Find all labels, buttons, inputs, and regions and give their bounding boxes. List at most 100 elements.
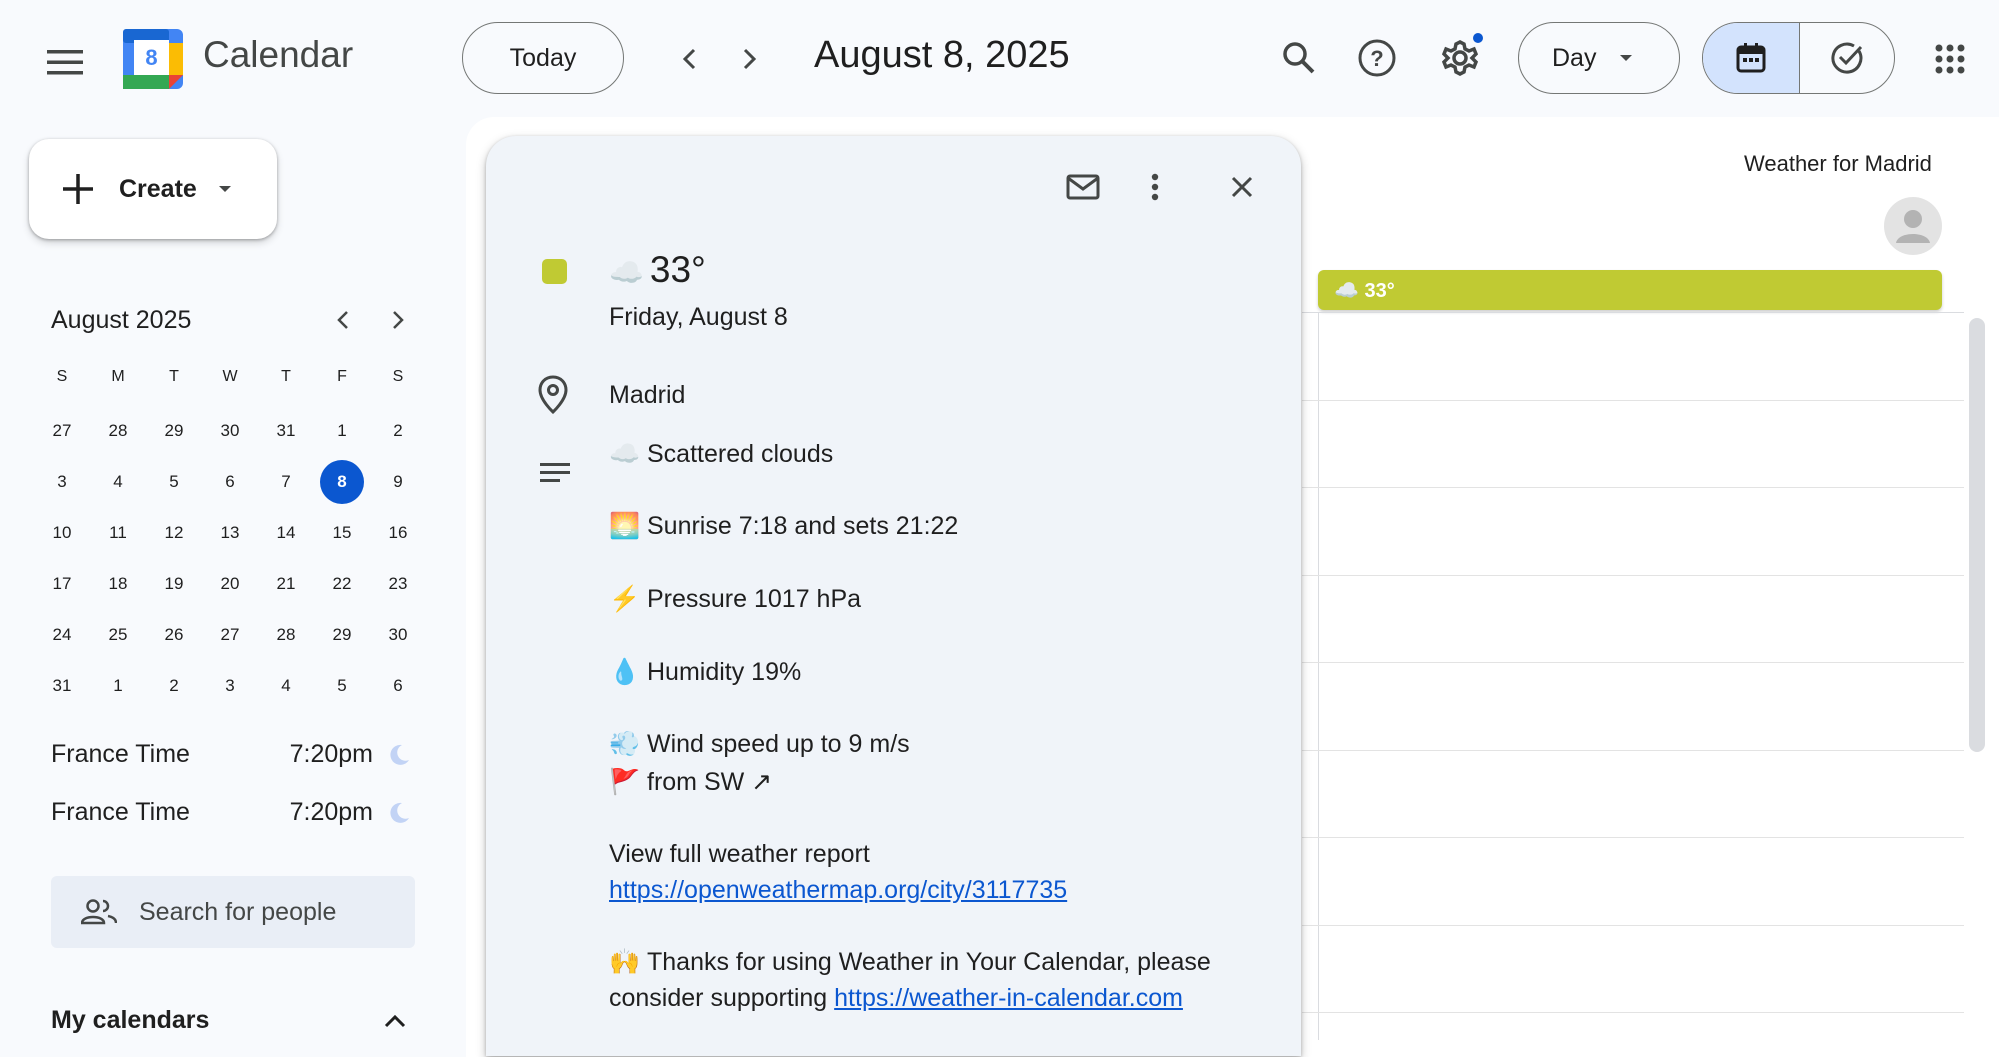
weekday-label: T xyxy=(281,368,291,385)
mini-calendar-day-number: 23 xyxy=(388,573,408,593)
hour-line xyxy=(1302,575,1964,576)
mini-calendar-day[interactable]: 13 xyxy=(202,511,258,555)
apps-grid-icon xyxy=(1935,44,1965,74)
mini-calendar-selected-day[interactable]: 8 xyxy=(314,459,370,504)
mini-calendar-day[interactable]: 10 xyxy=(34,511,90,555)
mini-calendar-day[interactable]: 2 xyxy=(370,409,426,453)
mini-calendar-day[interactable]: 30 xyxy=(370,613,426,657)
allday-weather-event[interactable]: ☁️ 33° xyxy=(1318,270,1942,310)
mini-calendar-day[interactable]: 9 xyxy=(370,460,426,504)
weather-report-link[interactable]: https://openweathermap.org/city/3117735 xyxy=(609,876,1067,904)
mini-calendar-day[interactable]: 31 xyxy=(34,664,90,708)
mini-calendar-day[interactable]: 23 xyxy=(370,562,426,606)
droplet-emoji-icon: 💧 xyxy=(609,658,641,686)
mini-calendar-day[interactable]: 14 xyxy=(258,511,314,555)
mini-calendar-day[interactable]: 2 xyxy=(146,664,202,708)
mini-calendar-day[interactable]: 15 xyxy=(314,511,370,555)
mini-calendar-day-number: 17 xyxy=(52,573,72,593)
scrollbar[interactable] xyxy=(1969,318,1985,752)
create-button[interactable]: Create xyxy=(29,139,277,239)
help-button[interactable]: ? xyxy=(1352,33,1402,83)
mini-calendar-day[interactable]: 11 xyxy=(90,511,146,555)
mini-calendar-day[interactable]: 12 xyxy=(146,511,202,555)
mini-calendar-day-number: 3 xyxy=(57,471,67,491)
mini-calendar-day[interactable]: 4 xyxy=(90,460,146,504)
mini-calendar-day-number: 12 xyxy=(164,522,184,542)
chevron-left-icon xyxy=(682,48,696,70)
mini-calendar-day[interactable]: 16 xyxy=(370,511,426,555)
mini-calendar-day[interactable]: 28 xyxy=(90,409,146,453)
mini-calendar-day[interactable]: 29 xyxy=(314,613,370,657)
direction-text: from SW ↗ xyxy=(647,768,773,796)
main-menu-button[interactable] xyxy=(36,33,94,91)
mini-calendar-day[interactable]: 30 xyxy=(202,409,258,453)
mini-calendar-next-button[interactable] xyxy=(378,300,418,340)
mini-calendar-day[interactable]: 27 xyxy=(34,409,90,453)
mini-calendar-day[interactable]: 1 xyxy=(90,664,146,708)
logo-day-number: 8 xyxy=(145,44,158,70)
mini-calendar-day[interactable]: 21 xyxy=(258,562,314,606)
tasks-view-button[interactable] xyxy=(1800,23,1894,93)
mini-calendar-day[interactable]: 29 xyxy=(146,409,202,453)
previous-day-button[interactable] xyxy=(666,35,714,83)
more-options-button[interactable] xyxy=(1130,162,1180,212)
apps-button[interactable] xyxy=(1924,33,1976,85)
mini-calendar-day[interactable]: 1 xyxy=(314,409,370,453)
mini-calendar-day[interactable]: 18 xyxy=(90,562,146,606)
mini-calendar-day[interactable]: 3 xyxy=(34,460,90,504)
calendar-logo[interactable]: 8 xyxy=(123,29,183,89)
mini-calendar-day[interactable]: 5 xyxy=(146,460,202,504)
calendar-view-toggle xyxy=(1702,22,1895,94)
support-link[interactable]: https://weather-in-calendar.com xyxy=(834,984,1183,1012)
search-people-input[interactable]: Search for people xyxy=(51,876,415,948)
mini-calendar-day[interactable]: 3 xyxy=(202,664,258,708)
search-button[interactable] xyxy=(1274,33,1324,83)
view-select-button[interactable]: Day xyxy=(1518,22,1680,94)
humidity-text: Humidity 19% xyxy=(647,658,802,686)
mini-calendar-day[interactable]: 6 xyxy=(202,460,258,504)
description-wind: 💨 Wind speed up to 9 m/s xyxy=(609,730,910,759)
today-button[interactable]: Today xyxy=(462,22,624,94)
mini-calendar-day[interactable]: 24 xyxy=(34,613,90,657)
mini-calendar-day[interactable]: 7 xyxy=(258,460,314,504)
mini-calendar-days: 27 28 29 30 31 1 2 3 4 5 6 7 8 9 10 11 12 13 14 15 16 17 18 19 2… xyxy=(34,405,426,711)
mini-calendar-day-number: 6 xyxy=(225,471,235,491)
mini-calendar-day[interactable]: 26 xyxy=(146,613,202,657)
mini-calendar-day[interactable]: 27 xyxy=(202,613,258,657)
weekday-label: W xyxy=(222,368,238,385)
mini-calendar-day-number: 4 xyxy=(281,675,291,695)
event-location: Madrid xyxy=(609,381,686,409)
avatar[interactable] xyxy=(1884,197,1942,255)
mini-calendar-day[interactable]: 31 xyxy=(258,409,314,453)
mini-calendar-day[interactable]: 22 xyxy=(314,562,370,606)
description-direction: 🚩 from SW ↗ xyxy=(609,767,772,797)
more-vert-icon xyxy=(1151,173,1159,201)
location-pin-icon xyxy=(538,375,568,420)
mini-calendar-day[interactable]: 5 xyxy=(314,664,370,708)
my-calendars-header[interactable]: My calendars xyxy=(51,1006,209,1035)
collapse-my-calendars-button[interactable] xyxy=(375,1002,415,1040)
mini-calendar-day[interactable]: 4 xyxy=(258,664,314,708)
weekday-label: M xyxy=(111,368,125,385)
mini-calendar-day[interactable]: 6 xyxy=(370,664,426,708)
settings-button[interactable] xyxy=(1433,31,1487,85)
mini-calendar-day[interactable]: 28 xyxy=(258,613,314,657)
mini-calendar-day[interactable]: 25 xyxy=(90,613,146,657)
dropdown-arrow-icon xyxy=(218,186,231,192)
mini-calendar-day[interactable]: 20 xyxy=(202,562,258,606)
mini-calendar-day[interactable]: 19 xyxy=(146,562,202,606)
mini-calendar-prev-button[interactable] xyxy=(323,300,363,340)
mini-calendar-day-number: 31 xyxy=(52,675,72,695)
next-day-button[interactable] xyxy=(725,35,773,83)
moon-icon xyxy=(390,802,409,823)
weekday-label: T xyxy=(169,368,179,385)
mini-calendar-day[interactable]: 17 xyxy=(34,562,90,606)
hour-line xyxy=(1302,1012,1964,1013)
person-avatar-icon xyxy=(1896,210,1930,243)
mini-calendar-day-number: 11 xyxy=(109,522,127,542)
thanks-line-2: consider supporting https://weather-in-c… xyxy=(609,984,1183,1013)
pressure-text: Pressure 1017 hPa xyxy=(647,585,862,613)
email-guests-button[interactable] xyxy=(1058,162,1108,212)
calendar-view-button[interactable] xyxy=(1703,23,1800,93)
close-popup-button[interactable] xyxy=(1217,162,1267,212)
